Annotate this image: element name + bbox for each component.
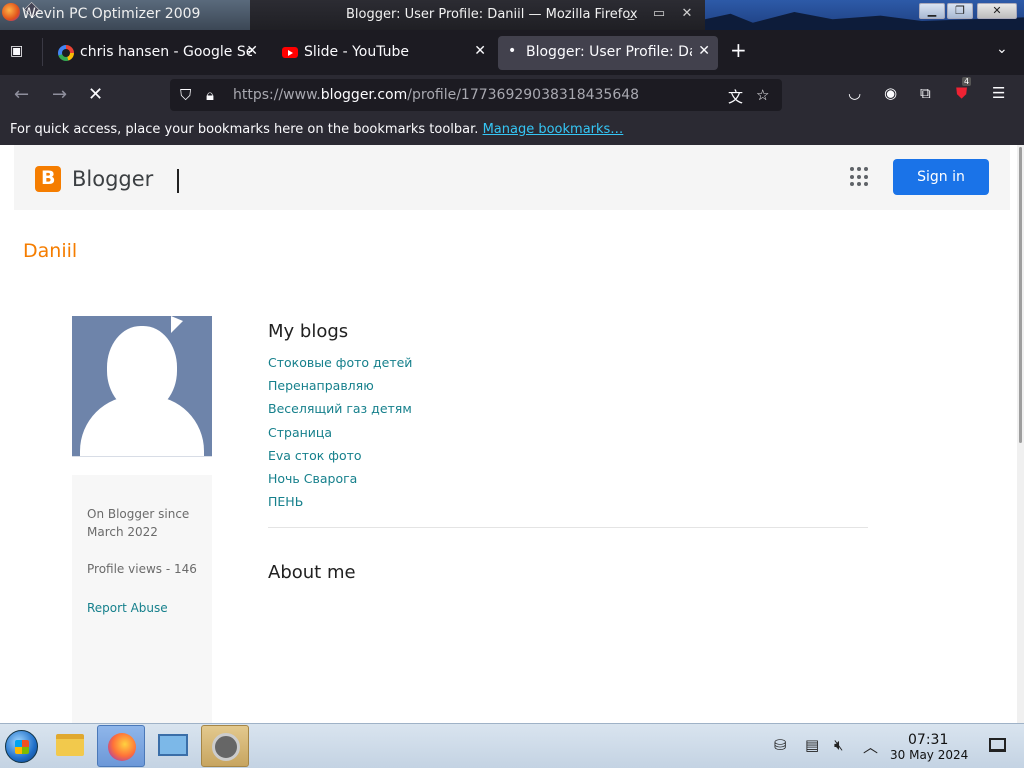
url-domain: blogger.com bbox=[320, 87, 408, 103]
clipboard-tray-icon[interactable]: ▤ bbox=[805, 736, 819, 754]
menu-hamburger-icon[interactable]: ☰ bbox=[992, 84, 1005, 102]
start-button[interactable] bbox=[5, 730, 38, 763]
blogger-header: Blogger Sign in bbox=[14, 145, 1010, 210]
lock-icon[interactable]: 🔒︎ bbox=[206, 86, 214, 104]
taskbar-firefox[interactable] bbox=[97, 725, 145, 767]
blog-link[interactable]: Страница bbox=[268, 425, 412, 448]
avatar bbox=[72, 316, 212, 456]
extension-badge: 4 bbox=[962, 77, 972, 86]
blogs-list: Стоковые фото детей Перенаправляю Веселя… bbox=[268, 355, 412, 517]
tab-youtube[interactable]: Slide - YouTube ✕ bbox=[270, 36, 494, 70]
tab-separator bbox=[42, 38, 43, 66]
background-window-title-text: Wevin PC Optimizer 2009 bbox=[22, 6, 201, 22]
profile-sidebar: On Blogger since March 2022 Profile view… bbox=[72, 475, 212, 723]
google-apps-icon[interactable] bbox=[850, 167, 870, 187]
ublock-icon[interactable]: ⛊ bbox=[956, 84, 967, 102]
outer-maximize-button[interactable]: ❐ bbox=[947, 3, 973, 19]
blog-link[interactable]: Перенаправляю bbox=[268, 378, 412, 401]
address-bar[interactable]: ⛉ 🔒︎ https://www.blogger.com/profile/177… bbox=[170, 79, 782, 111]
url-text[interactable]: https://www.blogger.com/profile/17736929… bbox=[233, 87, 639, 103]
google-icon bbox=[58, 45, 74, 61]
blog-link[interactable]: Ночь Сварога bbox=[268, 471, 412, 494]
avatar-head bbox=[107, 326, 177, 412]
tab-google-search[interactable]: chris hansen - Google Se ✕ bbox=[46, 36, 266, 70]
show-hidden-icons-chevron[interactable]: ︿ bbox=[863, 736, 878, 757]
tab-label: Slide - YouTube bbox=[304, 44, 410, 60]
minimize-icon[interactable]: _ bbox=[622, 6, 640, 22]
forward-arrow-icon[interactable]: → bbox=[52, 85, 67, 105]
taskbar-file-manager[interactable] bbox=[46, 725, 94, 767]
scrollbar-thumb[interactable] bbox=[1019, 147, 1022, 443]
firefox-icon bbox=[2, 3, 20, 21]
bookmarks-hint-text: For quick access, place your bookmarks h… bbox=[10, 122, 479, 137]
url-path: /profile/17736929038318435648 bbox=[407, 87, 640, 103]
list-all-tabs-icon[interactable]: ⌄ bbox=[996, 41, 1008, 57]
sign-in-button[interactable]: Sign in bbox=[893, 159, 989, 195]
close-tab-icon[interactable]: ✕ bbox=[698, 43, 710, 59]
maximize-icon[interactable]: ▭ bbox=[650, 6, 668, 22]
about-me-heading: About me bbox=[268, 562, 356, 583]
clock-time[interactable]: 07:31 bbox=[908, 732, 948, 748]
navigation-toolbar: ← → ✕ ⛉ 🔒︎ https://www.blogger.com/profi… bbox=[0, 75, 1024, 115]
extensions-icon[interactable]: ⧉ bbox=[920, 84, 931, 102]
optimizer-icon bbox=[212, 733, 240, 761]
close-icon[interactable]: ✕ bbox=[678, 6, 696, 22]
text-caret bbox=[177, 169, 179, 193]
background-window-title[interactable]: Wevin PC Optimizer 2009 bbox=[0, 0, 250, 30]
tab-label: Blogger: User Profile: Dai bbox=[526, 44, 692, 60]
volume-muted-icon[interactable]: 🔇︎ bbox=[834, 736, 843, 754]
taskbar-pc-optimizer[interactable] bbox=[201, 725, 249, 767]
window-title: Blogger: User Profile: Daniil — Mozilla … bbox=[346, 7, 638, 22]
blog-link[interactable]: Стоковые фото детей bbox=[268, 355, 412, 378]
profile-name: Daniil bbox=[23, 240, 78, 262]
taskbar: ⛁ ▤ 🔇︎ ︿ 07:31 30 May 2024 bbox=[0, 723, 1024, 768]
on-blogger-since: On Blogger since March 2022 bbox=[87, 507, 190, 539]
blogger-logo-icon[interactable] bbox=[35, 166, 61, 192]
remote-desktop-icon bbox=[158, 734, 188, 756]
outer-minimize-button[interactable]: ▁ bbox=[919, 3, 945, 19]
shield-icon[interactable]: ⛉ bbox=[180, 86, 191, 104]
folder-icon bbox=[56, 734, 84, 756]
stop-loading-icon[interactable]: ✕ bbox=[88, 85, 103, 105]
desktop-background-strip: ▁ ❐ ✕ bbox=[705, 0, 1024, 30]
bookmarks-toolbar: For quick access, place your bookmarks h… bbox=[0, 115, 1024, 145]
blogger-brand[interactable]: Blogger bbox=[72, 167, 153, 191]
youtube-icon bbox=[282, 47, 298, 58]
back-arrow-icon[interactable]: ← bbox=[14, 85, 29, 105]
tab-strip: ▣ chris hansen - Google Se ✕ Slide - You… bbox=[0, 30, 1024, 75]
window-title-bar: Wevin PC Optimizer 2009 Blogger: User Pr… bbox=[0, 0, 1024, 30]
blog-link[interactable]: Веселящий газ детям bbox=[268, 401, 412, 424]
outer-close-button[interactable]: ✕ bbox=[977, 3, 1017, 19]
taskbar-remote-desktop[interactable] bbox=[149, 725, 197, 767]
avatar-divider bbox=[72, 456, 212, 457]
bookmark-star-icon[interactable]: ☆ bbox=[756, 86, 769, 104]
network-tray-icon[interactable]: ⛁ bbox=[774, 736, 787, 754]
close-tab-icon[interactable]: ✕ bbox=[246, 43, 258, 59]
page-scrollbar[interactable] bbox=[1017, 145, 1024, 723]
firefox-view-icon[interactable]: ▣ bbox=[10, 43, 28, 61]
pocket-icon[interactable]: ◡ bbox=[848, 84, 861, 102]
tab-label: chris hansen - Google Se bbox=[80, 44, 252, 60]
mouse-cursor-icon bbox=[171, 316, 183, 333]
bookmarks-hint: For quick access, place your bookmarks h… bbox=[10, 122, 623, 137]
loading-dot-icon: • bbox=[508, 43, 517, 59]
url-prefix: https://www. bbox=[233, 87, 321, 103]
account-icon[interactable]: ◉ bbox=[884, 84, 897, 102]
blog-link[interactable]: Eva сток фото bbox=[268, 448, 412, 471]
show-desktop-icon[interactable] bbox=[989, 738, 1006, 752]
translate-icon[interactable]: 文 bbox=[728, 86, 743, 107]
profile-views: Profile views - 146 bbox=[87, 562, 197, 576]
new-tab-icon[interactable]: + bbox=[730, 38, 747, 62]
blog-link[interactable]: ПЕНЬ bbox=[268, 494, 412, 517]
tab-blogger-profile[interactable]: • Blogger: User Profile: Dai ✕ bbox=[498, 36, 718, 70]
close-tab-icon[interactable]: ✕ bbox=[474, 43, 486, 59]
report-abuse-link[interactable]: Report Abuse bbox=[87, 601, 168, 615]
firefox-icon bbox=[108, 733, 136, 761]
manage-bookmarks-link[interactable]: Manage bookmarks… bbox=[483, 122, 624, 137]
clock-date[interactable]: 30 May 2024 bbox=[890, 748, 968, 762]
my-blogs-heading: My blogs bbox=[268, 321, 349, 342]
page-content: Blogger Sign in Daniil On Blogger since … bbox=[0, 145, 1017, 723]
section-divider bbox=[268, 527, 868, 528]
